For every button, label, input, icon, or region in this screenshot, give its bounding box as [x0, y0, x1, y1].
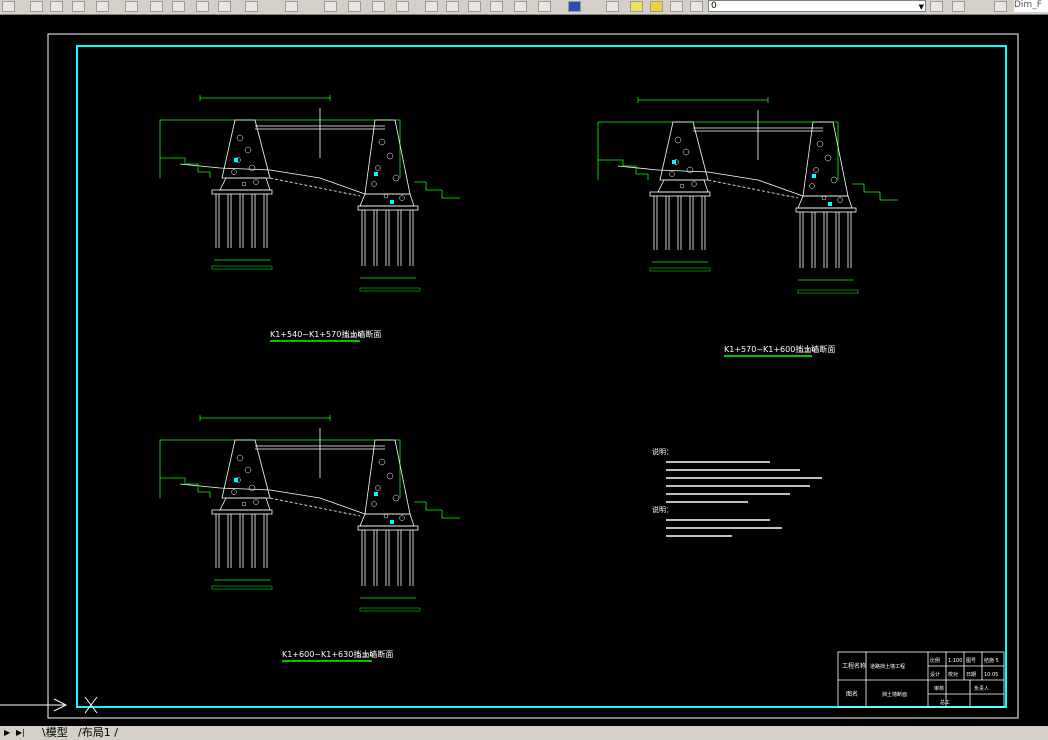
cut-icon[interactable] [125, 1, 138, 12]
save-icon[interactable] [50, 1, 63, 12]
drawing-label: 图名 [846, 690, 858, 698]
date-value: 10.05 [984, 672, 998, 678]
layer-dropdown[interactable]: 0 ▼ [708, 0, 926, 12]
sheet-value: 结施 5 [984, 657, 999, 664]
design-notes: 说明： 说明： [652, 447, 822, 537]
calculator-icon[interactable] [538, 1, 551, 12]
zoom-previous-icon[interactable] [396, 1, 409, 12]
plot-icon[interactable] [72, 1, 85, 12]
zoom-realtime-icon[interactable] [348, 1, 361, 12]
leader-label: 负责人 [974, 685, 989, 692]
markup-icon[interactable] [514, 1, 527, 12]
tool-palette-icon[interactable] [468, 1, 481, 12]
title-block-text: 工程名称 道路挡土墙工程 图名 挡土墙断面 比例 1:100 图号 结施 5 设… [842, 657, 999, 706]
pan-icon[interactable] [324, 1, 337, 12]
design-center-icon[interactable] [446, 1, 459, 12]
section-2-scale: 1:100 [798, 347, 815, 354]
sheet-set-icon[interactable] [490, 1, 503, 12]
section-3-scale: 1:100 [356, 652, 373, 659]
section-2-title: K1+570~K1+600挡土墙断面 [724, 344, 835, 354]
notes-heading-2: 说明： [652, 505, 673, 514]
make-current-icon[interactable] [930, 1, 943, 12]
tab-nav-prev-icon[interactable]: ▶| [16, 728, 25, 738]
sheet-label: 图号 [966, 658, 976, 664]
section-1-scale: 1:100 [344, 332, 361, 339]
properties-icon[interactable] [425, 1, 438, 12]
design-label: 设计 [930, 671, 940, 678]
dimstyle-icon[interactable] [994, 1, 1007, 12]
paste-icon[interactable] [172, 1, 185, 12]
sun-icon[interactable] [650, 1, 663, 12]
tab-model[interactable]: \模型 [42, 726, 68, 740]
section-drawing-2 [597, 96, 899, 294]
section-3-title: K1+600~K1+630挡土墙断面 [282, 649, 393, 659]
date-label: 日期 [966, 672, 976, 678]
preview-icon[interactable] [96, 1, 109, 12]
tab-nav-first-icon[interactable]: ▶ [4, 728, 12, 738]
chief-label: 总工 [940, 699, 950, 706]
redo-icon[interactable] [285, 1, 298, 12]
scale-value: 1:100 [948, 658, 962, 664]
section-drawing-3 [159, 414, 461, 612]
lock-icon[interactable] [670, 1, 683, 12]
undo-icon[interactable] [245, 1, 258, 12]
approve-label: 审核 [934, 685, 944, 692]
paper-outer-border [47, 33, 1019, 719]
new-icon[interactable] [2, 1, 15, 12]
tab-layout-1[interactable]: /布局1 / [78, 726, 118, 740]
color-icon[interactable] [690, 1, 703, 12]
scale-label: 比例 [930, 657, 940, 664]
zoom-window-icon[interactable] [372, 1, 385, 12]
chevron-down-icon[interactable]: ▼ [919, 2, 924, 12]
open-icon[interactable] [30, 1, 43, 12]
layer-manager-icon[interactable] [606, 1, 619, 12]
match-icon[interactable] [196, 1, 209, 12]
drawing-frame [76, 45, 1007, 708]
layout-tab-bar: ▶ ▶| \模型 /布局1 / [0, 726, 1048, 740]
project-value: 道路挡土墙工程 [870, 663, 905, 670]
section-1-title: K1+540~K1+570挡土墙断面 [270, 329, 381, 339]
notes-heading-1: 说明： [652, 447, 673, 456]
dimension-style-field[interactable]: Dim_F [1014, 0, 1048, 12]
help-icon[interactable] [568, 1, 581, 12]
tab-model-label: 模型 [45, 726, 68, 739]
bulb-icon[interactable] [630, 1, 643, 12]
project-label: 工程名称 [842, 662, 866, 670]
layer-previous-icon[interactable] [952, 1, 965, 12]
drawing-canvas[interactable]: K1+540~K1+570挡土墙断面 1:100 K1+570~K1+600挡土… [0, 14, 1048, 726]
title-block [837, 651, 1005, 708]
section-drawing-1 [159, 94, 461, 292]
check-label: 校对 [948, 671, 958, 678]
layer-dropdown-value: 0 [711, 1, 717, 11]
tab-layout-label: 布局1 [81, 726, 111, 739]
brush-icon[interactable] [218, 1, 231, 12]
drawing-value: 挡土墙断面 [882, 691, 907, 698]
copy-icon[interactable] [150, 1, 163, 12]
toolbar: 0 ▼ Dim_F [0, 0, 1048, 15]
